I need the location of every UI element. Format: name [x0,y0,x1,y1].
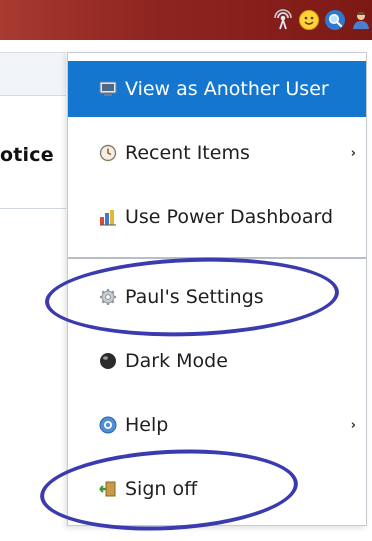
background-tab [0,52,66,96]
clock-icon [99,144,117,162]
menu-item-label: Sign off [125,478,198,500]
menu-item-help[interactable]: Help › [68,397,366,453]
dashboard-icon [99,208,117,226]
menu-separator [68,257,366,259]
smiley-icon[interactable] [298,9,320,31]
menu-item-label: View as Another User [125,78,329,100]
menu-item-dark-mode[interactable]: Dark Mode [68,333,366,389]
submenu-chevron-icon: › [350,145,356,161]
background-heading-fragment: otice [0,144,54,166]
help-icon [99,416,117,434]
background-divider [0,208,66,209]
top-bar [0,0,372,40]
menu-item-label: Recent Items [125,142,250,164]
menu-item-use-power-dashboard[interactable]: Use Power Dashboard [68,189,366,245]
menu-item-label: Help [125,414,169,436]
door-exit-icon [99,480,117,498]
menu-item-view-as-another-user[interactable]: View as Another User [68,61,366,117]
top-icon-group [268,7,372,33]
menu-item-sign-off[interactable]: Sign off [68,461,366,517]
menu-item-pauls-settings[interactable]: Paul's Settings [68,269,366,325]
menu-item-label: Use Power Dashboard [125,206,334,228]
menu-item-label: Paul's Settings [125,286,264,308]
user-dropdown-menu: View as Another User Recent Items › Use … [67,52,367,526]
user-icon[interactable] [350,9,372,31]
monitor-icon [99,80,117,98]
moon-ball-icon [99,352,117,370]
menu-item-label: Dark Mode [125,350,228,372]
submenu-chevron-icon: › [350,417,356,433]
gear-icon [99,288,117,306]
broadcast-icon[interactable] [272,9,294,31]
menu-item-recent-items[interactable]: Recent Items › [68,125,366,181]
app-screen: otice View as Another User Recent Items [0,0,372,541]
search-icon[interactable] [324,9,346,31]
